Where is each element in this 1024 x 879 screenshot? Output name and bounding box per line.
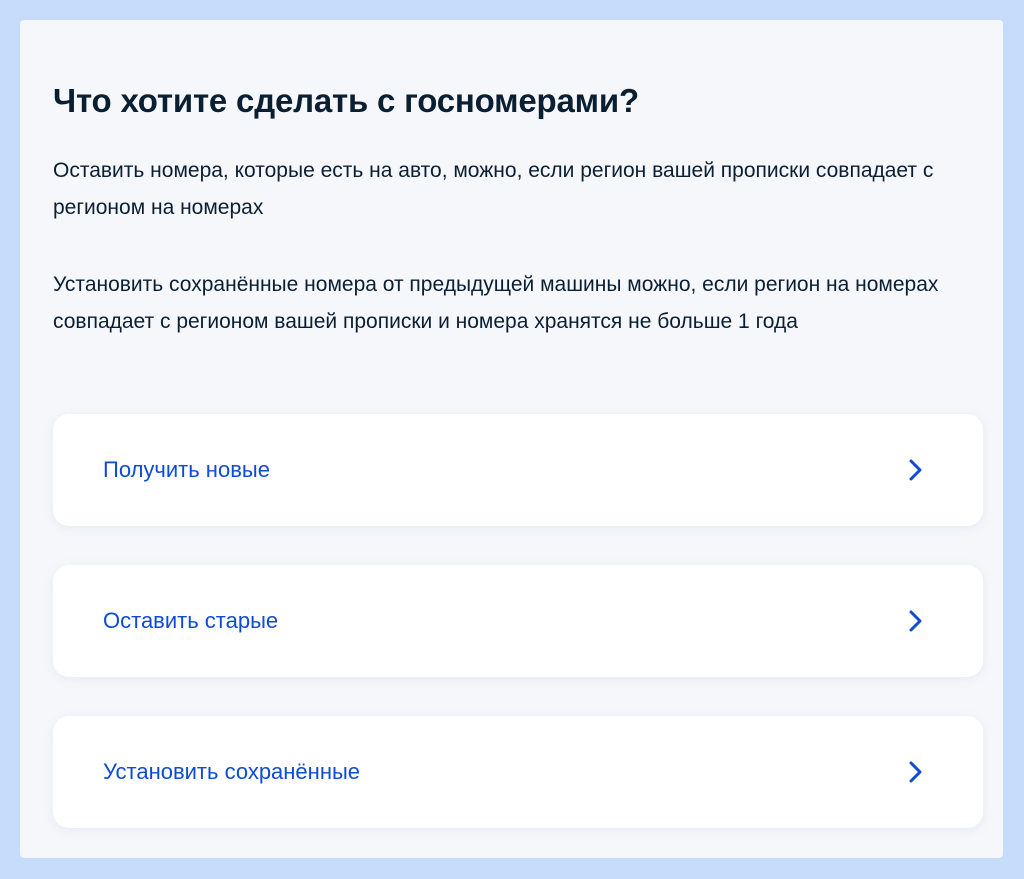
chevron-right-icon	[903, 760, 927, 784]
option-label: Оставить старые	[103, 608, 279, 633]
info-paragraph-keep: Оставить номера, которые есть на авто, м…	[53, 159, 934, 219]
option-install-saved-button[interactable]: Установить сохранённые	[53, 716, 983, 828]
chevron-right-icon	[903, 609, 927, 633]
option-label: Установить сохранённые	[103, 759, 361, 784]
chevron-right-icon	[903, 458, 927, 482]
page-title: Что хотите сделать с госномерами?	[53, 82, 639, 119]
content-panel: Что хотите сделать с госномерами? Остави…	[20, 20, 1003, 858]
option-label: Получить новые	[103, 457, 270, 482]
option-get-new-button[interactable]: Получить новые	[53, 414, 983, 526]
info-paragraph-saved: Установить сохранённые номера от предыду…	[53, 273, 939, 333]
option-keep-old-button[interactable]: Оставить старые	[53, 565, 983, 677]
